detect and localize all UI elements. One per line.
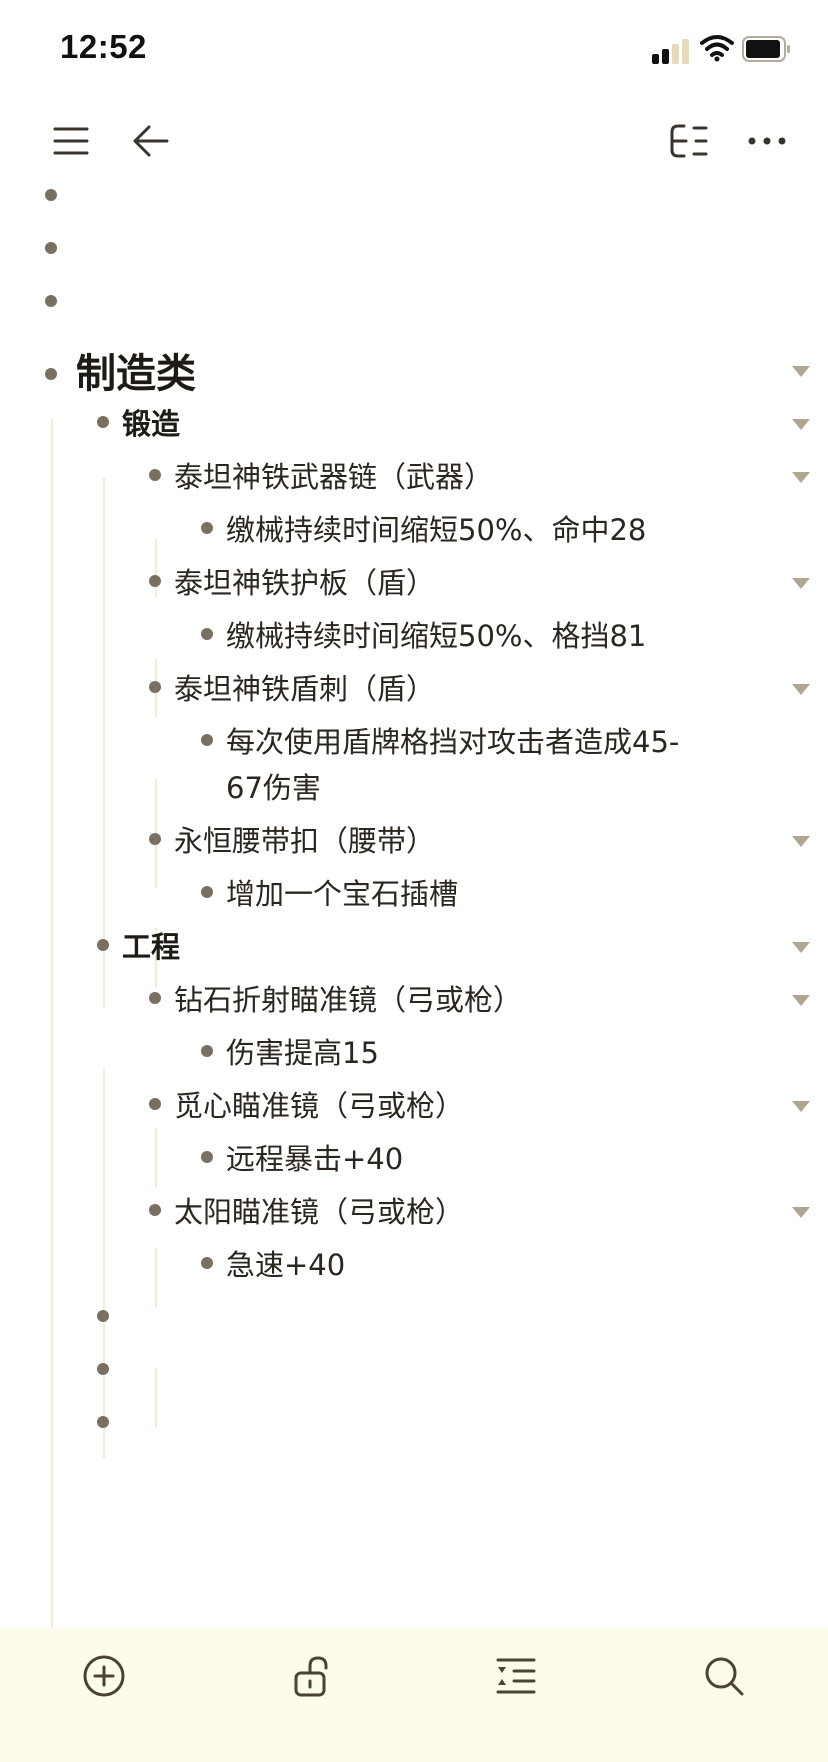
bullet-dot[interactable] — [97, 939, 109, 951]
bullet-dot[interactable] — [201, 886, 213, 898]
indent-outdent-icon[interactable] — [488, 1648, 544, 1704]
outline-item-text[interactable]: 永恒腰带扣（腰带） — [174, 819, 435, 863]
bullet-dot[interactable] — [45, 242, 57, 254]
outline-item-text[interactable]: 觅心瞄准镜（弓或枪） — [174, 1084, 464, 1128]
bullet-dot[interactable] — [149, 833, 161, 845]
outline-item-text[interactable]: 急速+40 — [226, 1243, 345, 1287]
bullet-dot[interactable] — [201, 1257, 213, 1269]
status-time: 12:52 — [60, 28, 147, 65]
bullet-dot[interactable] — [97, 1310, 109, 1322]
collapse-caret-icon[interactable] — [792, 1101, 810, 1112]
outline-item-text[interactable]: 增加一个宝石插槽 — [226, 872, 458, 916]
outline-item-text[interactable]: 锻造 — [122, 402, 180, 446]
more-icon[interactable] — [742, 118, 792, 164]
outline-item-text[interactable]: 伤害提高15 — [226, 1031, 379, 1075]
outline-item-text[interactable]: 工程 — [122, 925, 180, 969]
outline-item-text[interactable]: 太阳瞄准镜（弓或枪） — [174, 1190, 464, 1234]
bullet-dot[interactable] — [201, 628, 213, 640]
outline-item-text[interactable]: 泰坦神铁盾刺（盾） — [174, 667, 435, 711]
collapse-caret-icon[interactable] — [792, 942, 810, 953]
bullet-dot[interactable] — [201, 522, 213, 534]
outline-item-text[interactable]: 远程暴击+40 — [226, 1137, 403, 1181]
outline-list: 制造类 锻造泰坦神铁武器链（武器） 缴械持续时间缩短50%、命中28 泰坦神铁护板（盾… — [0, 170, 828, 1628]
status-bar: 12:52 — [0, 0, 828, 100]
bullet-dot[interactable] — [149, 469, 161, 481]
collapse-caret-icon[interactable] — [792, 684, 810, 695]
collapse-caret-icon[interactable] — [792, 419, 810, 430]
bullet-dot[interactable] — [149, 1204, 161, 1216]
bullet-dot[interactable] — [201, 1045, 213, 1057]
outline-item-text[interactable]: 缴械持续时间缩短50%、格挡81 — [226, 614, 646, 658]
bullet-dot[interactable] — [45, 295, 57, 307]
guide-line — [103, 1068, 105, 1458]
guide-line — [155, 1248, 157, 1308]
bullet-dot[interactable] — [149, 992, 161, 1004]
bullet-dot[interactable] — [45, 368, 57, 380]
guide-line — [103, 478, 105, 1008]
collapse-caret-icon[interactable] — [792, 836, 810, 847]
guide-line — [155, 1368, 157, 1428]
wifi-icon — [700, 34, 734, 62]
outline-item-text[interactable]: 泰坦神铁护板（盾） — [174, 561, 435, 605]
cellular-signal-icon — [652, 36, 694, 64]
bullet-dot[interactable] — [201, 1151, 213, 1163]
bullet-dot[interactable] — [149, 681, 161, 693]
guide-line — [51, 418, 53, 1628]
bullet-dot[interactable] — [201, 734, 213, 746]
outline-item-text-continuation[interactable]: 67伤害 — [226, 766, 321, 810]
add-circle-icon[interactable] — [76, 1648, 132, 1704]
back-arrow-icon[interactable] — [126, 118, 176, 164]
collapse-caret-icon[interactable] — [792, 472, 810, 483]
bullet-dot[interactable] — [45, 189, 57, 201]
unlock-icon[interactable] — [286, 1648, 342, 1704]
search-icon[interactable] — [696, 1648, 752, 1704]
bullet-dot[interactable] — [97, 1416, 109, 1428]
bullet-dot[interactable] — [149, 575, 161, 587]
outline-item-text[interactable]: 缴械持续时间缩短50%、命中28 — [226, 508, 646, 552]
collapse-caret-icon[interactable] — [792, 1207, 810, 1218]
guide-line — [155, 1128, 157, 1188]
outline-item-text[interactable]: 制造类 — [76, 342, 196, 406]
collapse-caret-icon[interactable] — [792, 995, 810, 1006]
outline-item-text[interactable]: 每次使用盾牌格挡对攻击者造成45- — [226, 720, 679, 764]
outline-item-text[interactable]: 钻石折射瞄准镜（弓或枪） — [174, 978, 522, 1022]
bullet-dot[interactable] — [97, 416, 109, 428]
collapse-caret-icon[interactable] — [792, 578, 810, 589]
bottom-toolbar — [0, 1628, 828, 1762]
battery-icon — [742, 36, 792, 62]
menu-icon[interactable] — [46, 118, 96, 164]
bullet-dot[interactable] — [149, 1098, 161, 1110]
outline-structure-icon[interactable] — [664, 118, 714, 164]
collapse-caret-icon[interactable] — [792, 366, 810, 377]
bullet-dot[interactable] — [97, 1363, 109, 1375]
outline-item-text[interactable]: 泰坦神铁武器链（武器） — [174, 455, 493, 499]
guide-line — [155, 538, 157, 598]
